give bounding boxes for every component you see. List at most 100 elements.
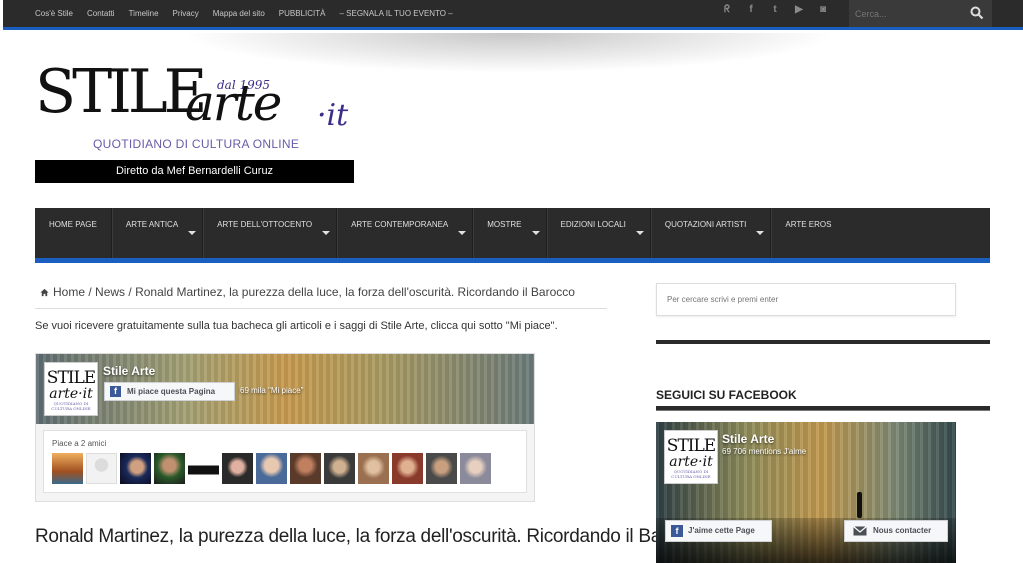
breadcrumb-sep: /: [128, 285, 132, 299]
avatar-text: QUOTIDIANO DI CULTURA ONLINE: [51, 401, 91, 411]
logo-it: ·it: [317, 98, 349, 133]
home-icon: [40, 288, 49, 297]
chevron-down-icon: [531, 231, 540, 235]
top-bar: Cos'è Stile Contatti Timeline Privacy Ma…: [3, 0, 1023, 30]
avatar[interactable]: [154, 453, 185, 484]
avatar[interactable]: [256, 453, 287, 484]
facebook-page-name[interactable]: Stile Arte: [103, 364, 155, 378]
nav-arte-ottocento[interactable]: ARTE DELL'OTTOCENTO: [203, 208, 338, 258]
cover-figure: [857, 492, 862, 518]
envelope-icon: [853, 526, 867, 536]
avatar[interactable]: [324, 453, 355, 484]
instagram-icon[interactable]: ◙: [817, 4, 829, 15]
article-title: Ronald Martinez, la purezza della luce, …: [35, 526, 706, 547]
facebook-like-button[interactable]: f J'aime cette Page: [665, 520, 772, 542]
chevron-down-icon: [458, 231, 467, 235]
sidebar-search: [656, 283, 956, 316]
facebook-icon: f: [671, 525, 683, 537]
top-search-input[interactable]: [855, 4, 965, 23]
avatar[interactable]: [120, 453, 151, 484]
breadcrumb-sep: /: [88, 285, 92, 299]
top-link-segnala-evento[interactable]: – SEGNALA IL TUO EVENTO –: [339, 9, 452, 18]
nav-label: ARTE EROS: [785, 220, 832, 229]
facebook-mentions: 69 706 mentions J'aime: [722, 447, 807, 456]
chevron-down-icon: [756, 231, 765, 235]
nav-label: EDIZIONI LOCALI: [560, 220, 626, 229]
nav-label: ARTE DELL'OTTOCENTO: [217, 220, 313, 229]
nav-label: MOSTRE: [487, 220, 522, 229]
top-nav: Cos'è Stile Contatti Timeline Privacy Ma…: [35, 0, 467, 27]
facebook-page-avatar[interactable]: STILE arte·it QUOTIDIANO DI CULTURA ONLI…: [44, 362, 98, 416]
avatar[interactable]: [358, 453, 389, 484]
avatar-text: STILE: [46, 368, 96, 388]
avatar-text: STILE: [666, 436, 716, 456]
chevron-down-icon: [188, 231, 197, 235]
nav-mostre[interactable]: MOSTRE: [473, 208, 547, 258]
nav-arte-contemporanea[interactable]: ARTE CONTEMPORANEA: [337, 208, 474, 258]
facebook-friends: Piace a 2 amici: [43, 430, 527, 493]
facebook-cover[interactable]: STILE arte·it QUOTIDIANO DI CULTURA ONLI…: [36, 354, 534, 424]
facebook-icon[interactable]: f: [745, 4, 757, 15]
nav-quotazioni-artisti[interactable]: QUOTAZIONI ARTISTI: [651, 208, 772, 258]
nav-label: ARTE CONTEMPORANEA: [351, 220, 449, 229]
avatar[interactable]: [460, 453, 491, 484]
top-search: [849, 0, 992, 27]
breadcrumb: Home / News / Ronald Martinez, la purezz…: [40, 285, 575, 299]
social-icons: ᖇ f t ▶ ◙: [721, 4, 829, 15]
top-link-contatti[interactable]: Contatti: [87, 9, 115, 18]
facebook-contact-button[interactable]: Nous contacter: [844, 520, 948, 542]
search-icon[interactable]: [970, 6, 984, 20]
rss-icon[interactable]: ᖇ: [721, 4, 733, 15]
breadcrumb-home[interactable]: Home: [53, 285, 85, 299]
divider: [35, 308, 607, 309]
avatar[interactable]: [188, 453, 219, 484]
like-label: J'aime cette Page: [688, 526, 755, 535]
top-link-cose-stile[interactable]: Cos'è Stile: [35, 9, 73, 18]
nav-label: QUOTAZIONI ARTISTI: [664, 220, 747, 229]
avatar-text: arte·it: [49, 386, 93, 402]
nav-label: ARTE ANTICA: [125, 220, 179, 229]
widget-title-rule: [656, 406, 990, 411]
nav-label: HOME PAGE: [49, 220, 97, 229]
avatar-text: QUOTIDIANO DI CULTURA ONLINE: [671, 469, 711, 479]
facebook-like-count: 69 mila "Mi piace": [240, 386, 304, 395]
nav-edizioni-locali[interactable]: EDIZIONI LOCALI: [547, 208, 651, 258]
sidebar-search-input[interactable]: [657, 284, 955, 315]
nav-arte-eros[interactable]: ARTE EROS: [771, 208, 845, 258]
sidebar-facebook-widget[interactable]: STILE arte·it QUOTIDIANO DI CULTURA ONLI…: [656, 422, 956, 563]
facebook-widget-title: SEGUICI SU FACEBOOK: [656, 388, 797, 402]
top-link-mappa[interactable]: Mappa del sito: [213, 9, 265, 18]
facebook-page-name[interactable]: Stile Arte: [722, 432, 774, 446]
top-link-privacy[interactable]: Privacy: [173, 9, 199, 18]
avatar[interactable]: [222, 453, 253, 484]
avatar[interactable]: [52, 453, 83, 484]
nav-home[interactable]: HOME PAGE: [35, 208, 112, 258]
main-nav: HOME PAGE ARTE ANTICA ARTE DELL'OTTOCENT…: [35, 208, 990, 263]
logo-arte: arte: [185, 74, 282, 132]
top-link-timeline[interactable]: Timeline: [129, 9, 159, 18]
intro-text: Se vuoi ricevere gratuitamente sulla tua…: [35, 320, 558, 332]
youtube-icon[interactable]: ▶: [793, 4, 805, 15]
nav-arte-antica[interactable]: ARTE ANTICA: [112, 208, 204, 258]
avatar[interactable]: [290, 453, 321, 484]
friend-avatars: [52, 453, 491, 484]
contact-label: Nous contacter: [873, 526, 932, 535]
top-link-pubblicita[interactable]: PUBBLICITÀ: [279, 9, 326, 18]
avatar[interactable]: [392, 453, 423, 484]
sidebar-divider: [656, 340, 990, 344]
friends-label: Piace a 2 amici: [52, 439, 107, 448]
director-banner: Diretto da Mef Bernardelli Curuz: [35, 160, 354, 183]
logo-tagline: QUOTIDIANO DI CULTURA ONLINE: [93, 137, 300, 151]
site-logo[interactable]: STILE dal 1995 arte ·it QUOTIDIANO DI CU…: [35, 60, 355, 155]
breadcrumb-news[interactable]: News: [95, 285, 125, 299]
facebook-page-widget: STILE arte·it QUOTIDIANO DI CULTURA ONLI…: [35, 353, 535, 502]
facebook-icon: f: [110, 386, 121, 397]
chevron-down-icon: [635, 231, 644, 235]
avatar[interactable]: [86, 453, 117, 484]
facebook-like-button[interactable]: f Mi piace questa Pagina: [104, 382, 235, 401]
avatar[interactable]: [426, 453, 457, 484]
facebook-page-avatar[interactable]: STILE arte·it QUOTIDIANO DI CULTURA ONLI…: [664, 430, 718, 484]
logo-stile: STILE: [35, 57, 207, 127]
twitter-icon[interactable]: t: [769, 4, 781, 15]
like-label: Mi piace questa Pagina: [127, 387, 216, 396]
